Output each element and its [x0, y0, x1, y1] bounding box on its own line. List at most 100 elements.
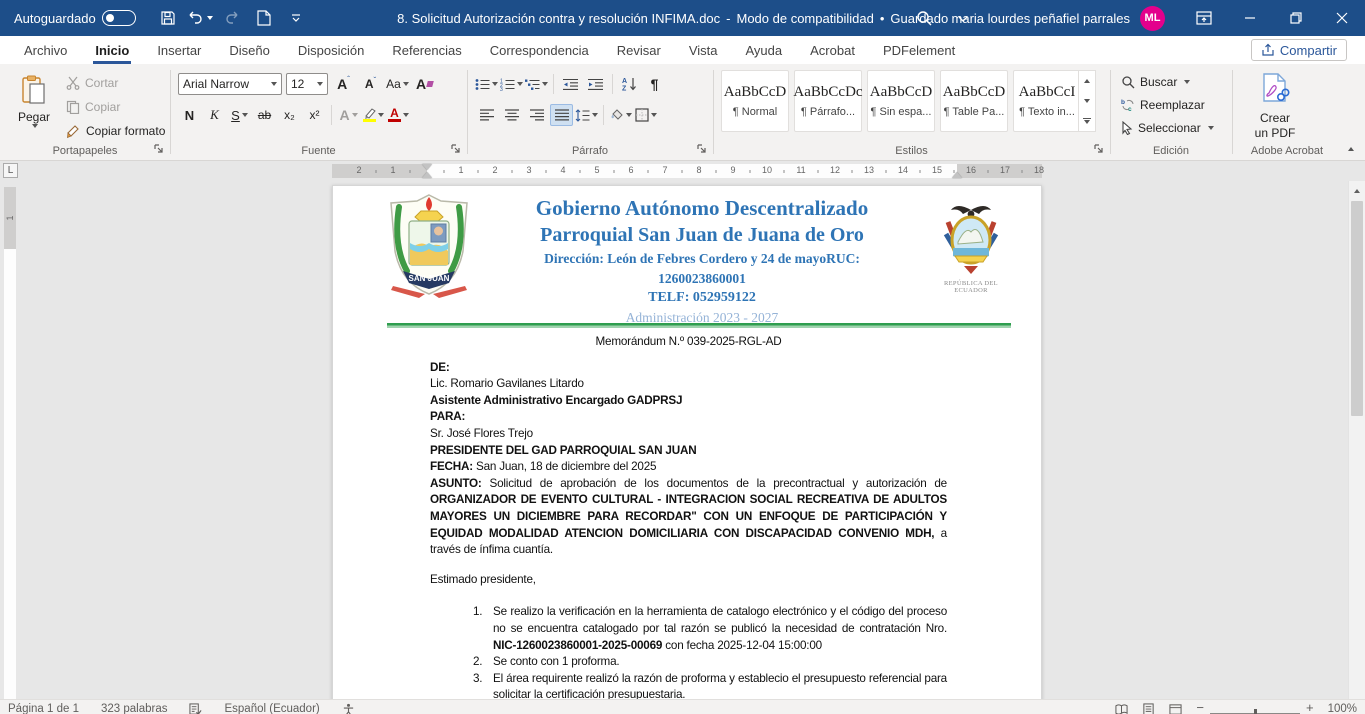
strikethrough-button[interactable]: ab	[253, 104, 276, 126]
tab-insertar[interactable]: Insertar	[143, 36, 215, 64]
memo-list-item-2[interactable]: 2.Se conto con 1 proforma.	[473, 654, 947, 671]
autosave-toggle[interactable]: Autoguardado	[14, 10, 136, 26]
document-page[interactable]: SAN JUAN Gobierno Autónomo Descentraliza…	[332, 185, 1042, 699]
web-layout-icon[interactable]	[1169, 703, 1182, 714]
show-marks-button[interactable]: ¶	[643, 73, 666, 95]
multilevel-list-button[interactable]	[525, 73, 548, 95]
underline-button[interactable]: S	[228, 104, 251, 126]
shrink-font-button[interactable]: Aˇ	[359, 73, 382, 95]
avatar[interactable]: ML	[1140, 6, 1165, 31]
justify-button[interactable]	[550, 104, 573, 126]
clear-formatting-button[interactable]: A	[413, 73, 436, 95]
memo-body[interactable]: Memorándum N.º 039-2025-RGL-AD DE: Lic. …	[333, 328, 1041, 699]
align-left-button[interactable]	[475, 104, 498, 126]
zoom-percent[interactable]: 100%	[1328, 703, 1357, 714]
tab-acrobat[interactable]: Acrobat	[796, 36, 869, 64]
bullets-button[interactable]	[475, 73, 498, 95]
first-line-indent-marker[interactable]	[422, 164, 432, 170]
bold-button[interactable]: N	[178, 104, 201, 126]
font-family-combo[interactable]: Arial Narrow	[178, 73, 282, 95]
horizontal-ruler[interactable]: 21123456789101112131415161718	[332, 164, 1042, 178]
increase-indent-button[interactable]	[584, 73, 607, 95]
tab-stop-selector[interactable]: L	[3, 163, 18, 178]
tab-vista[interactable]: Vista	[675, 36, 732, 64]
san-juan-coat-of-arms[interactable]: SAN JUAN	[379, 191, 479, 298]
redo-button[interactable]	[218, 4, 246, 32]
style-card-2[interactable]: AaBbCcD¶ Sin espa...	[867, 70, 935, 132]
accessibility-icon[interactable]	[342, 703, 355, 714]
format-painter-button[interactable]: Copiar formato	[62, 120, 169, 142]
memo-list-item-1[interactable]: 1.Se realizo la verificación en la herra…	[473, 604, 947, 654]
tab-pdfelement[interactable]: PDFelement	[869, 36, 969, 64]
tab-disposicion[interactable]: Disposición	[284, 36, 378, 64]
borders-button[interactable]	[634, 104, 657, 126]
tab-ayuda[interactable]: Ayuda	[731, 36, 796, 64]
spellcheck-icon[interactable]	[189, 703, 202, 714]
right-indent-marker[interactable]	[952, 172, 962, 178]
replace-button[interactable]: bc Reemplazar	[1118, 93, 1208, 116]
decrease-indent-button[interactable]	[559, 73, 582, 95]
align-right-button[interactable]	[525, 104, 548, 126]
tab-archivo[interactable]: Archivo	[10, 36, 81, 64]
clipboard-dialog-launcher[interactable]	[154, 144, 166, 156]
create-pdf-button[interactable]: Crear un PDF	[1244, 69, 1306, 149]
ribbon-display-options-icon[interactable]	[1181, 0, 1227, 36]
styles-scroll-down-icon[interactable]	[1079, 91, 1095, 111]
user-name[interactable]: maria lourdes peñafiel parrales	[952, 11, 1130, 26]
tab-revisar[interactable]: Revisar	[603, 36, 675, 64]
word-count[interactable]: 323 palabras	[101, 703, 168, 714]
numbering-button[interactable]: 123	[500, 73, 523, 95]
copy-button[interactable]: Copiar	[62, 96, 124, 118]
left-indent-marker[interactable]	[422, 172, 432, 178]
font-dialog-launcher[interactable]	[451, 144, 463, 156]
vertical-scrollbar[interactable]	[1348, 181, 1365, 699]
tab-diseno[interactable]: Diseño	[215, 36, 283, 64]
read-mode-icon[interactable]	[1115, 703, 1128, 714]
ecuador-coat-of-arms[interactable]: REPÚBLICA DEL ECUADOR	[927, 204, 1015, 294]
memo-list[interactable]: 1.Se realizo la verificación en la herra…	[430, 604, 947, 699]
new-document-icon[interactable]	[250, 4, 278, 32]
print-layout-icon[interactable]	[1142, 703, 1155, 714]
collapse-ribbon-icon[interactable]	[1343, 142, 1359, 156]
line-spacing-button[interactable]	[575, 104, 598, 126]
font-color-button[interactable]: A	[387, 104, 410, 126]
paste-button[interactable]: Pegar	[12, 70, 56, 148]
minimize-button[interactable]	[1227, 0, 1273, 36]
scrollbar-thumb[interactable]	[1351, 201, 1363, 416]
vertical-ruler[interactable]: 1	[4, 187, 16, 699]
paragraph-dialog-launcher[interactable]	[697, 144, 709, 156]
autosave-toggle-switch[interactable]	[102, 10, 136, 26]
superscript-button[interactable]: x²	[303, 104, 326, 126]
style-card-3[interactable]: AaBbCcD¶ Table Pa...	[940, 70, 1008, 132]
customize-qat-icon[interactable]	[282, 4, 310, 32]
undo-button[interactable]	[186, 4, 214, 32]
memo-list-item-3[interactable]: 3.El área requirente realizó la razón de…	[473, 671, 947, 699]
change-case-button[interactable]: Aa	[386, 73, 409, 95]
styles-gallery-expand-icon[interactable]	[1079, 111, 1095, 131]
style-card-0[interactable]: AaBbCcD¶ Normal	[721, 70, 789, 132]
styles-dialog-launcher[interactable]	[1094, 144, 1106, 156]
style-card-1[interactable]: AaBbCcDc¶ Párrafo...	[794, 70, 862, 132]
share-button[interactable]: Compartir	[1251, 39, 1347, 61]
highlight-button[interactable]	[362, 104, 385, 126]
align-center-button[interactable]	[500, 104, 523, 126]
style-card-4[interactable]: AaBbCcI¶ Texto in...	[1013, 70, 1081, 132]
cut-button[interactable]: Cortar	[62, 72, 122, 94]
font-size-combo[interactable]: 12	[286, 73, 328, 95]
grow-font-button[interactable]: Aˆ	[332, 73, 355, 95]
restore-button[interactable]	[1273, 0, 1319, 36]
search-icon[interactable]	[902, 0, 948, 36]
scroll-up-icon[interactable]	[1349, 183, 1365, 198]
tab-correspondencia[interactable]: Correspondencia	[476, 36, 603, 64]
tab-inicio[interactable]: Inicio	[81, 36, 143, 64]
italic-button[interactable]: K	[203, 104, 226, 126]
save-icon[interactable]	[154, 4, 182, 32]
select-button[interactable]: Seleccionar	[1118, 116, 1217, 139]
close-button[interactable]	[1319, 0, 1365, 36]
shading-button[interactable]	[609, 104, 632, 126]
page-indicator[interactable]: Página 1 de 1	[8, 703, 79, 714]
styles-scroll-up-icon[interactable]	[1079, 71, 1095, 91]
tab-referencias[interactable]: Referencias	[378, 36, 475, 64]
subscript-button[interactable]: x₂	[278, 104, 301, 126]
text-effects-button[interactable]: A	[337, 104, 360, 126]
